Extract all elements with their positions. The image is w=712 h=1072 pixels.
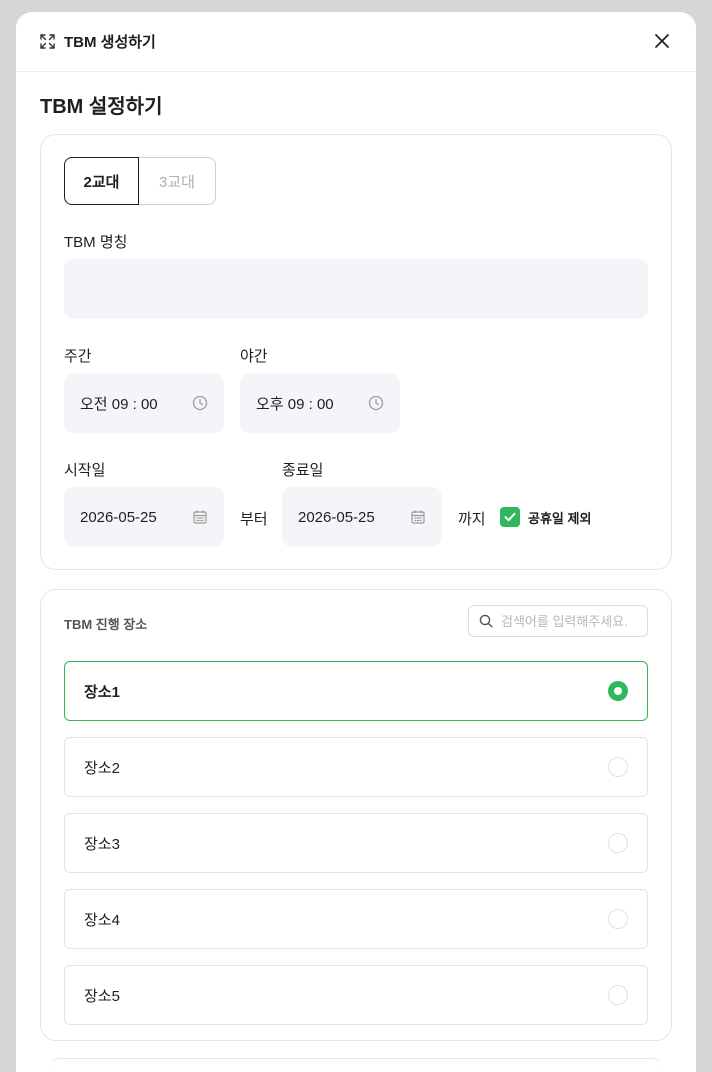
section-title: TBM 설정하기: [40, 96, 163, 118]
check-icon: [504, 512, 516, 522]
place-label: 장소2: [84, 759, 120, 777]
exclude-holiday-option[interactable]: 공휴일 제외: [500, 507, 591, 527]
day-shift-label: 주간: [64, 348, 92, 365]
place-item-3[interactable]: 장소3: [64, 813, 648, 873]
shift-2-button[interactable]: 2교대: [64, 157, 139, 205]
holiday-label: 공휴일 제외: [528, 510, 592, 526]
clock-icon: [192, 395, 208, 411]
places-title: TBM 진행 장소: [64, 617, 148, 632]
holiday-checkbox[interactable]: [500, 507, 520, 527]
next-section-edge: [48, 1058, 664, 1072]
day-time-value: 오전 09 : 00: [80, 395, 158, 413]
place-label: 장소1: [84, 683, 120, 701]
night-shift-label: 야간: [240, 348, 268, 365]
day-time-picker[interactable]: 오전 09 : 00: [64, 373, 224, 433]
shift-toggle: 2교대 3교대: [64, 157, 216, 205]
place-item-4[interactable]: 장소4: [64, 889, 648, 949]
tbm-name-label: TBM 명칭: [64, 234, 128, 251]
place-item-1[interactable]: 장소1: [64, 661, 648, 721]
end-date-picker[interactable]: 2026-05-25: [282, 487, 442, 547]
place-radio[interactable]: [608, 757, 628, 777]
place-radio[interactable]: [608, 909, 628, 929]
night-time-picker[interactable]: 오후 09 : 00: [240, 373, 400, 433]
clock-icon: [368, 395, 384, 411]
close-button[interactable]: [654, 33, 670, 49]
place-radio[interactable]: [608, 985, 628, 1005]
place-label: 장소5: [84, 987, 120, 1005]
calendar-icon: [411, 510, 425, 524]
place-search-input[interactable]: [499, 612, 637, 630]
places-card: TBM 진행 장소 장소1 장소2 장소3 장소4: [40, 589, 672, 1041]
search-icon: [479, 614, 493, 628]
tbm-create-modal: TBM 생성하기 TBM 설정하기 2교대 3교대 TBM 명칭 주간 오전 0…: [16, 12, 696, 1072]
tbm-name-input[interactable]: [64, 259, 648, 319]
shift-3-button[interactable]: 3교대: [139, 157, 216, 205]
place-radio[interactable]: [608, 833, 628, 853]
place-item-5[interactable]: 장소5: [64, 965, 648, 1025]
night-time-value: 오후 09 : 00: [256, 395, 334, 413]
expand-icon[interactable]: [40, 34, 55, 49]
start-date-picker[interactable]: 2026-05-25: [64, 487, 224, 547]
modal-title: TBM 생성하기: [64, 34, 156, 51]
modal-header: TBM 생성하기: [16, 12, 696, 72]
place-label: 장소4: [84, 911, 120, 929]
place-item-2[interactable]: 장소2: [64, 737, 648, 797]
settings-card: 2교대 3교대 TBM 명칭 주간 오전 09 : 00 야간 오후 09 : …: [40, 134, 672, 570]
calendar-icon: [193, 510, 207, 524]
place-search: [468, 605, 648, 637]
end-date-value: 2026-05-25: [298, 508, 375, 526]
start-date-label: 시작일: [64, 462, 106, 479]
from-text: 부터: [240, 511, 268, 528]
start-date-value: 2026-05-25: [80, 508, 157, 526]
end-date-label: 종료일: [282, 462, 324, 479]
place-label: 장소3: [84, 835, 120, 853]
close-icon: [655, 34, 669, 48]
place-list: 장소1 장소2 장소3 장소4 장소5: [64, 661, 648, 1041]
until-text: 까지: [458, 511, 486, 528]
place-radio[interactable]: [608, 681, 628, 701]
